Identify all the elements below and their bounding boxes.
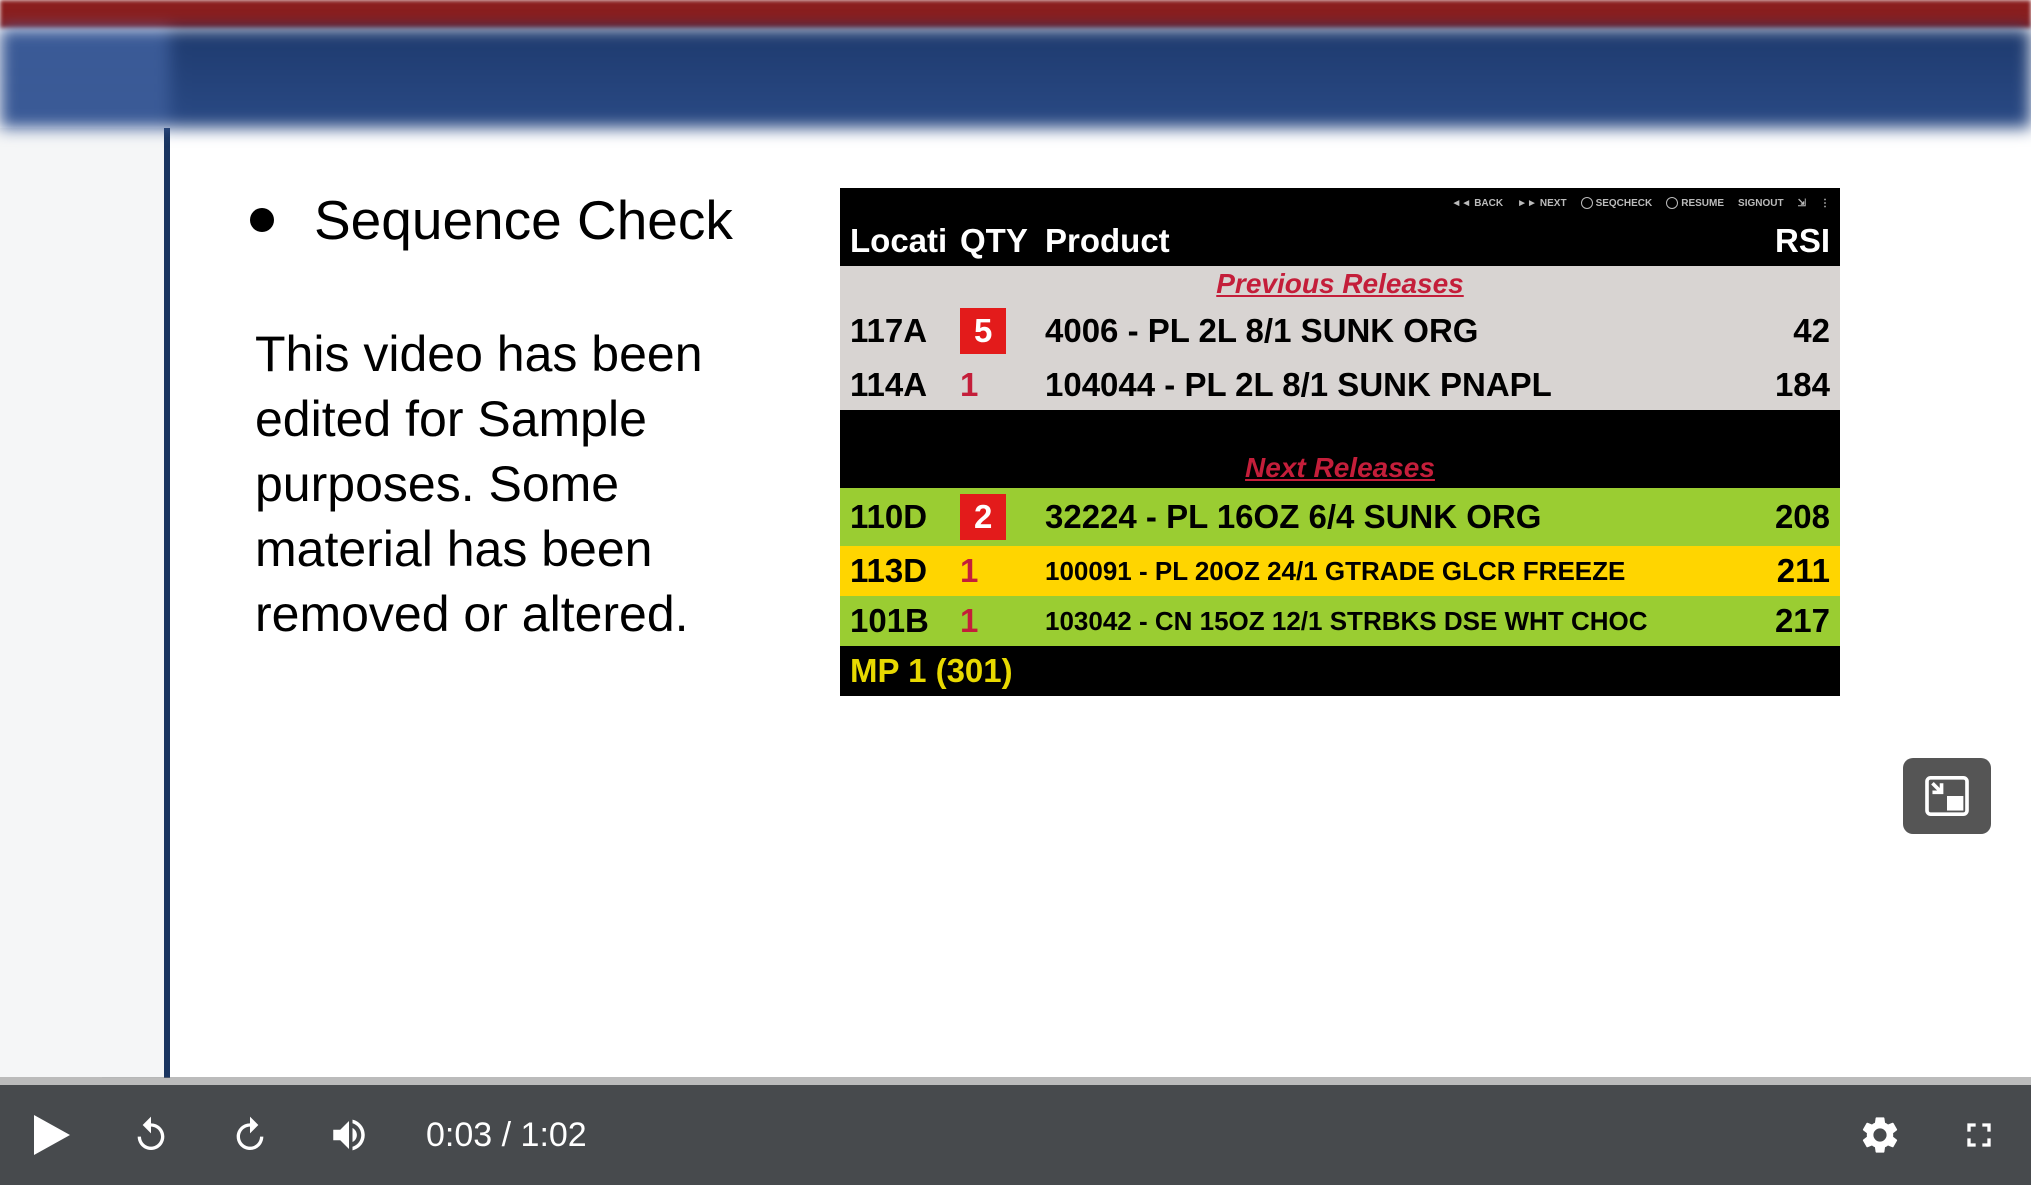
window-chrome-top: [0, 0, 2031, 28]
video-controls: 0:03 / 1:02: [0, 1085, 2031, 1185]
bullet-line: Sequence Check: [250, 188, 810, 252]
previous-releases-section: Previous Releases 117A 5 4006 - PL 2L 8/…: [840, 266, 1840, 410]
header-qty: QTY: [960, 222, 1045, 260]
pip-icon: [1925, 776, 1969, 816]
play-button[interactable]: [30, 1113, 74, 1157]
table-row: 101B 1 103042 - CN 15OZ 12/1 STRBKS DSE …: [840, 596, 1840, 646]
cell-location: 117A: [850, 312, 960, 350]
slide-title: Sequence Check: [314, 188, 733, 252]
section-gap: [840, 410, 1840, 444]
video-progress-fill: [0, 1077, 102, 1085]
pip-button[interactable]: [1903, 758, 1991, 834]
toolbar-expand-icon[interactable]: ⇲: [1798, 198, 1806, 209]
cell-qty: 1: [960, 366, 1045, 404]
terminal-header-row: Locati QTY Product RSI: [840, 218, 1840, 266]
toolbar-resume-button[interactable]: RESUME: [1666, 197, 1724, 209]
cell-product: 103042 - CN 15OZ 12/1 STRBKS DSE WHT CHO…: [1045, 606, 1760, 637]
cell-product: 32224 - PL 16OZ 6/4 SUNK ORG: [1045, 498, 1760, 536]
table-row: 113D 1 100091 - PL 20OZ 24/1 GTRADE GLCR…: [840, 546, 1840, 596]
settings-button[interactable]: [1858, 1113, 1902, 1157]
toolbar-back-button[interactable]: ◄◄ BACK: [1451, 198, 1503, 209]
forward-button[interactable]: [228, 1113, 272, 1157]
cell-qty: 1: [960, 552, 1045, 590]
video-progress-track[interactable]: [0, 1077, 2031, 1085]
table-row: 114A 1 104044 - PL 2L 8/1 SUNK PNAPL 184: [840, 360, 1840, 410]
duration: 1:02: [521, 1116, 587, 1154]
table-row: 110D 2 32224 - PL 16OZ 6/4 SUNK ORG 208: [840, 488, 1840, 546]
toolbar-menu-icon[interactable]: ⋮: [1820, 198, 1830, 209]
rewind-button[interactable]: [129, 1113, 173, 1157]
slide-body: This video has been edited for Sample pu…: [255, 322, 810, 647]
header-rsi: RSI: [1760, 222, 1830, 260]
cell-rsi: 42: [1760, 312, 1830, 350]
toolbar-signout-button[interactable]: SIGNOUT: [1738, 198, 1784, 209]
cell-rsi: 217: [1760, 602, 1830, 640]
cell-location: 114A: [850, 366, 960, 404]
cell-location: 110D: [850, 498, 960, 536]
table-row: 117A 5 4006 - PL 2L 8/1 SUNK ORG 42: [840, 302, 1840, 360]
toolbar-seqcheck-button[interactable]: SEQCHECK: [1581, 197, 1653, 209]
terminal-pane: ◄◄ BACK ►► NEXT SEQCHECK RESUME SIGNOUT …: [840, 188, 1971, 1078]
cell-qty: 1: [960, 602, 1045, 640]
right-controls: [1858, 1113, 2001, 1157]
terminal-window: ◄◄ BACK ►► NEXT SEQCHECK RESUME SIGNOUT …: [840, 188, 1840, 696]
next-releases-label: Next Releases: [840, 444, 1840, 488]
cell-product: 100091 - PL 20OZ 24/1 GTRADE GLCR FREEZE: [1045, 556, 1760, 587]
app-nav-blurred: [0, 28, 2031, 128]
cell-location: 101B: [850, 602, 960, 640]
cell-location: 113D: [850, 552, 960, 590]
header-product: Product: [1045, 222, 1760, 260]
cell-qty: 5: [960, 308, 1045, 354]
content-wrapper: Sequence Check This video has been edite…: [0, 128, 2031, 1078]
time-display: 0:03 / 1:02: [426, 1116, 587, 1155]
cell-product: 4006 - PL 2L 8/1 SUNK ORG: [1045, 312, 1760, 350]
terminal-toolbar: ◄◄ BACK ►► NEXT SEQCHECK RESUME SIGNOUT …: [840, 188, 1840, 218]
cell-product: 104044 - PL 2L 8/1 SUNK PNAPL: [1045, 366, 1760, 404]
fullscreen-button[interactable]: [1957, 1113, 2001, 1157]
cell-rsi: 211: [1760, 552, 1830, 590]
current-time: 0:03: [426, 1116, 492, 1154]
previous-releases-label: Previous Releases: [840, 266, 1840, 302]
slide-text-pane: Sequence Check This video has been edite…: [250, 188, 810, 1078]
terminal-footer: MP 1 (301): [840, 646, 1840, 696]
cell-rsi: 184: [1760, 366, 1830, 404]
cell-qty: 2: [960, 494, 1045, 540]
cell-rsi: 208: [1760, 498, 1830, 536]
toolbar-next-button[interactable]: ►► NEXT: [1517, 198, 1566, 209]
left-sidebar: [0, 128, 170, 1078]
header-location: Locati: [850, 222, 960, 260]
bullet-icon: [250, 208, 274, 232]
volume-button[interactable]: [327, 1113, 371, 1157]
next-releases-section: Next Releases 110D 2 32224 - PL 16OZ 6/4…: [840, 444, 1840, 646]
main-content: Sequence Check This video has been edite…: [170, 128, 2031, 1078]
